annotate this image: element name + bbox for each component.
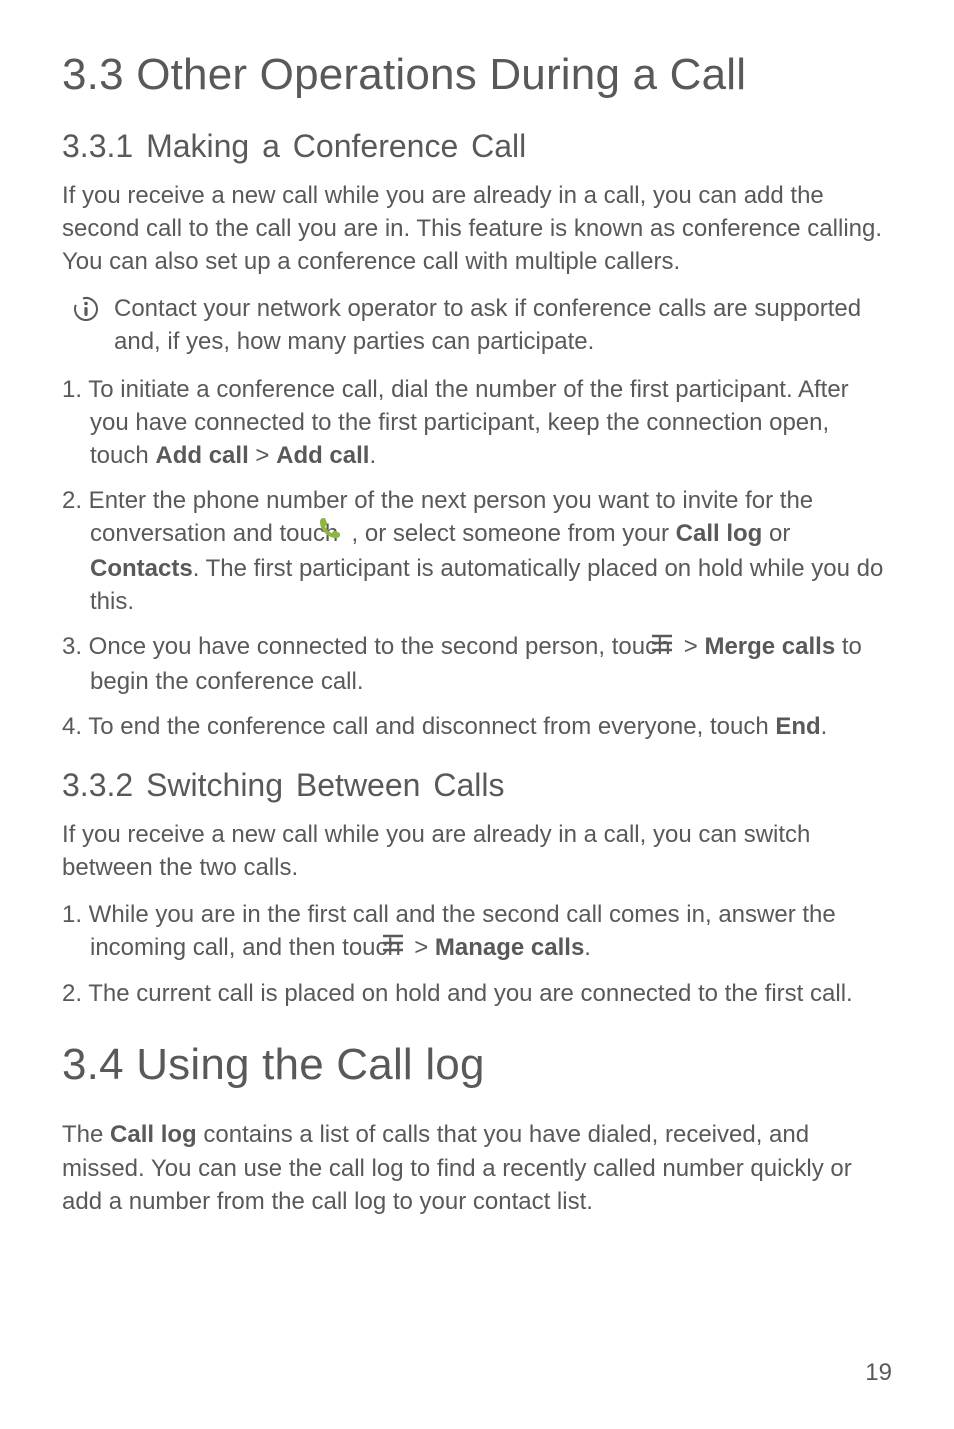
page-number: 19 (865, 1359, 892, 1387)
step-1-332: 1. While you are in the first call and t… (62, 898, 892, 965)
step-3: 3. Once you have connected to the second… (62, 630, 892, 697)
section-3-3-2-intro: If you receive a new call while you are … (62, 818, 892, 884)
step-2: 2. Enter the phone number of the next pe… (62, 484, 892, 619)
step-4: 4. To end the conference call and discon… (62, 710, 892, 743)
info-icon (72, 295, 100, 332)
section-3-3-heading: 3.3 Other Operations During a Call (62, 50, 892, 100)
step-1: 1. To initiate a conference call, dial t… (62, 373, 892, 472)
section-3-3-1-heading: 3.3.1 Making a Conference Call (62, 128, 892, 165)
step-2-332: 2. The current call is placed on hold an… (62, 977, 892, 1010)
section-3-3-2-heading: 3.3.2 Switching Between Calls (62, 767, 892, 804)
note-text: Contact your network operator to ask if … (114, 295, 861, 355)
section-3-3-1-intro: If you receive a new call while you are … (62, 179, 892, 278)
section-3-4-intro: The Call log contains a list of calls th… (62, 1118, 892, 1217)
section-3-4-heading: 3.4 Using the Call log (62, 1040, 892, 1090)
note-block: Contact your network operator to ask if … (62, 292, 892, 358)
